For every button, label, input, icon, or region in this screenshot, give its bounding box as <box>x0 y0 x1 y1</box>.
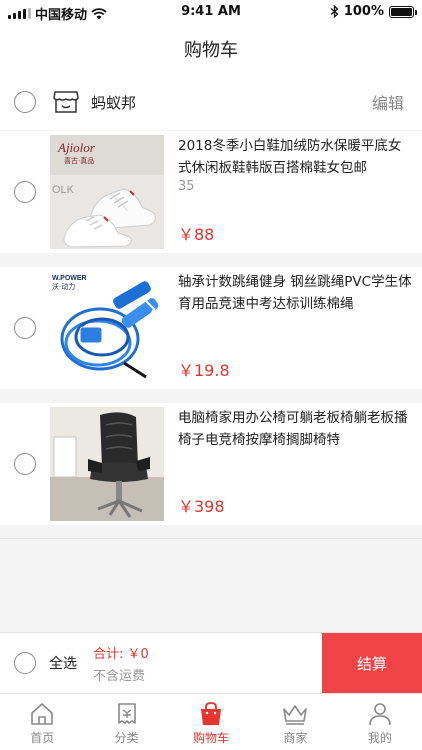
battery-icon <box>389 5 417 18</box>
tab-label: 分类 <box>114 731 139 745</box>
tab-merchant[interactable]: 商家 <box>253 694 337 750</box>
tab-label: 我的 <box>367 731 392 745</box>
item-price: ￥19.8 <box>178 361 230 380</box>
user-icon <box>369 703 391 726</box>
item-title: 电脑椅家用办公椅可躺老板椅躺老板播椅子电竞椅按摩椅搁脚椅特 <box>178 410 408 448</box>
thumb-brand-sub: 喜古·真品 <box>64 156 94 165</box>
svg-text:OLK: OLK <box>52 184 75 196</box>
tab-label: 购物车 <box>193 731 230 745</box>
home-icon <box>31 703 54 725</box>
tab-bar: 首页 分类 购物车 商家 我的 <box>0 693 422 750</box>
status-right: 100% <box>330 4 417 19</box>
select-all-label[interactable]: 全选 <box>49 653 77 673</box>
item-title: 轴承计数跳绳健身 钢丝跳绳PVC学生体育用品竞速中考达标训练棉绳 <box>178 274 412 312</box>
battery-percent: 100% <box>343 4 384 19</box>
item-select-radio[interactable] <box>14 181 36 203</box>
cart-item: W.POWER 沃·动力 轴承计数跳绳健身 钢丝跳绳PVC学生体育用品竞速中考达… <box>0 267 422 389</box>
thumb-brand-sub: 沃·动力 <box>52 282 75 291</box>
cart-item: Ajiolor 喜古·真品 OLK 2018冬季小白鞋加绒防水保暖平底女式休闲板… <box>0 131 422 253</box>
item-info[interactable]: 2018冬季小白鞋加绒防水保暖平底女式休闲板鞋韩版百搭棉鞋女包邮 35 ￥88 … <box>178 135 412 249</box>
list-divider <box>0 538 422 539</box>
item-title: 2018冬季小白鞋加绒防水保暖平底女式休闲板鞋韩版百搭棉鞋女包邮 <box>178 138 402 176</box>
shipping-note: 不含运费 <box>93 668 146 684</box>
item-price: ￥398 <box>178 497 225 516</box>
nav-bar: 购物车 <box>0 24 422 74</box>
item-select-radio[interactable] <box>14 317 36 339</box>
product-image[interactable] <box>50 407 164 521</box>
store-icon <box>53 91 79 113</box>
tab-mine[interactable]: 我的 <box>338 694 422 750</box>
status-bar: 中国移动 9:41 AM 100% <box>0 0 422 24</box>
checkout-bar: 全选 合计: ￥0 不含运费 结算 <box>0 632 422 693</box>
tab-cart[interactable]: 购物车 <box>169 694 253 750</box>
crown-icon <box>283 705 308 725</box>
page-title: 购物车 <box>184 40 238 61</box>
checkout-button[interactable]: 结算 <box>322 633 422 693</box>
tab-home[interactable]: 首页 <box>0 694 84 750</box>
bluetooth-icon <box>330 5 339 18</box>
thumb-brand: W.POWER <box>52 275 87 282</box>
item-spec: 35 <box>178 179 195 194</box>
tab-category[interactable]: 分类 <box>84 694 168 750</box>
thumb-brand: Ajiolor <box>57 140 96 155</box>
edit-button[interactable]: 编辑 <box>372 90 404 114</box>
cart-bag-icon <box>201 702 222 725</box>
item-info[interactable]: 轴承计数跳绳健身 钢丝跳绳PVC学生体育用品竞速中考达标训练棉绳 ￥19.8 x… <box>178 271 412 385</box>
item-price: ￥88 <box>178 225 215 244</box>
total-summary: 合计: ￥0 不含运费 <box>93 643 149 684</box>
shop-name[interactable]: 蚂蚁邦 <box>91 92 136 113</box>
cart-item: 电脑椅家用办公椅可躺老板椅躺老板播椅子电竞椅按摩椅搁脚椅特 ￥398 x1 <box>0 403 422 525</box>
select-all-radio[interactable] <box>14 652 36 674</box>
product-image[interactable]: Ajiolor 喜古·真品 OLK <box>50 135 164 249</box>
tab-label: 首页 <box>30 731 55 745</box>
total-price: 合计: ￥0 <box>93 646 149 662</box>
product-image[interactable]: W.POWER 沃·动力 <box>50 271 164 385</box>
shop-header: 蚂蚁邦 编辑 <box>0 74 422 130</box>
shop-select-radio[interactable] <box>14 91 36 113</box>
item-select-radio[interactable] <box>14 453 36 475</box>
category-icon <box>117 703 136 724</box>
tab-label: 商家 <box>283 731 308 745</box>
item-info[interactable]: 电脑椅家用办公椅可躺老板椅躺老板播椅子电竞椅按摩椅搁脚椅特 ￥398 x1 <box>178 407 412 521</box>
